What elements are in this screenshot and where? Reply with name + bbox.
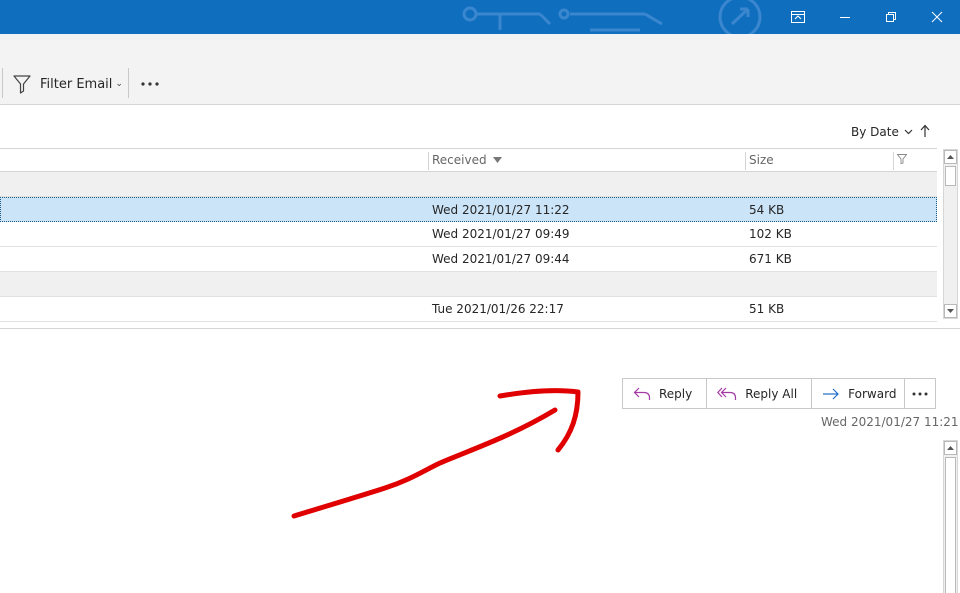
ribbon: Filter Email ⌄ (0, 34, 960, 134)
column-filter-button[interactable] (897, 154, 907, 164)
more-commands-button[interactable] (136, 70, 164, 98)
filter-email-label: Filter Email (40, 76, 113, 92)
row-size: 54 KB (749, 203, 785, 217)
scroll-down-button[interactable] (944, 304, 957, 318)
sort-by-label: By Date (851, 125, 899, 139)
row-size: 102 KB (749, 227, 792, 241)
chevron-down-icon: ⌄ (115, 79, 123, 89)
column-divider[interactable] (893, 152, 894, 170)
reply-button[interactable]: Reply (623, 379, 708, 408)
restore-icon (886, 12, 896, 22)
reply-label: Reply (659, 386, 693, 401)
forward-label: Forward (848, 386, 897, 401)
table-row[interactable]: Wed 2021/01/27 09:44 671 KB (0, 247, 937, 272)
column-divider[interactable] (745, 152, 746, 170)
scroll-thumb[interactable] (945, 166, 956, 186)
forward-button[interactable]: Forward (812, 379, 910, 408)
group-header-row[interactable] (0, 172, 937, 197)
row-received: Wed 2021/01/27 11:22 (432, 203, 570, 217)
column-header-received[interactable]: Received (432, 153, 502, 167)
list-header: Received Size (0, 148, 937, 172)
sort-by-dropdown[interactable]: By Date (851, 125, 913, 139)
triangle-up-icon (947, 155, 954, 159)
row-size: 671 KB (749, 252, 792, 266)
table-row[interactable]: Wed 2021/01/27 09:49 102 KB (0, 222, 937, 247)
group-header-row[interactable] (0, 272, 937, 297)
forward-icon (823, 388, 840, 399)
message-list-scrollbar[interactable] (943, 149, 958, 319)
close-button[interactable] (914, 0, 960, 34)
filter-icon (897, 154, 907, 164)
triangle-down-icon (947, 309, 954, 313)
ribbon-display-options-button[interactable] (775, 0, 821, 34)
sort-direction-button[interactable] (917, 122, 933, 140)
ribbon-separator (2, 68, 3, 98)
filter-icon (13, 75, 31, 94)
more-icon (141, 82, 159, 86)
reply-all-button[interactable]: Reply All (707, 379, 813, 408)
ribbon-separator (128, 68, 129, 98)
table-row[interactable]: Wed 2021/01/27 11:22 54 KB (0, 197, 937, 222)
arrow-up-icon (920, 124, 930, 137)
reply-all-icon (717, 387, 737, 400)
reply-icon (633, 387, 651, 400)
circuit-background-decoration (462, 0, 762, 34)
reading-pane-scrollbar[interactable] (943, 440, 958, 593)
more-actions-button[interactable] (904, 378, 936, 409)
ribbon-display-icon (791, 11, 805, 23)
message-list: Received Size Wed 2021/01/27 11:22 54 KB… (0, 148, 937, 329)
column-divider[interactable] (428, 152, 429, 170)
filter-email-button[interactable]: Filter Email ⌄ (12, 70, 129, 98)
chevron-down-icon (904, 129, 913, 135)
row-size: 51 KB (749, 302, 785, 316)
row-received: Wed 2021/01/27 09:49 (432, 227, 570, 241)
triangle-up-icon (947, 446, 954, 450)
title-bar (0, 0, 960, 34)
list-bottom-border (0, 328, 960, 329)
close-icon (931, 11, 943, 23)
reply-all-label: Reply All (745, 386, 798, 401)
message-date: Wed 2021/01/27 11:21 (821, 415, 959, 429)
column-header-received-label: Received (432, 153, 487, 167)
column-header-size[interactable]: Size (749, 153, 774, 167)
scroll-up-button[interactable] (944, 441, 957, 455)
scroll-thumb[interactable] (945, 457, 956, 593)
sort-bar: By Date (0, 106, 960, 148)
more-icon (912, 392, 928, 395)
row-received: Tue 2021/01/26 22:17 (432, 302, 564, 316)
response-actions: Reply Reply All Forward (622, 378, 912, 409)
table-row[interactable]: Tue 2021/01/26 22:17 51 KB (0, 297, 937, 322)
sort-down-icon (492, 157, 502, 163)
minimize-button[interactable] (822, 0, 868, 34)
scroll-up-button[interactable] (944, 150, 957, 164)
minimize-icon (840, 17, 850, 18)
column-header-size-label: Size (749, 153, 774, 167)
row-received: Wed 2021/01/27 09:44 (432, 252, 570, 266)
restore-button[interactable] (868, 0, 914, 34)
